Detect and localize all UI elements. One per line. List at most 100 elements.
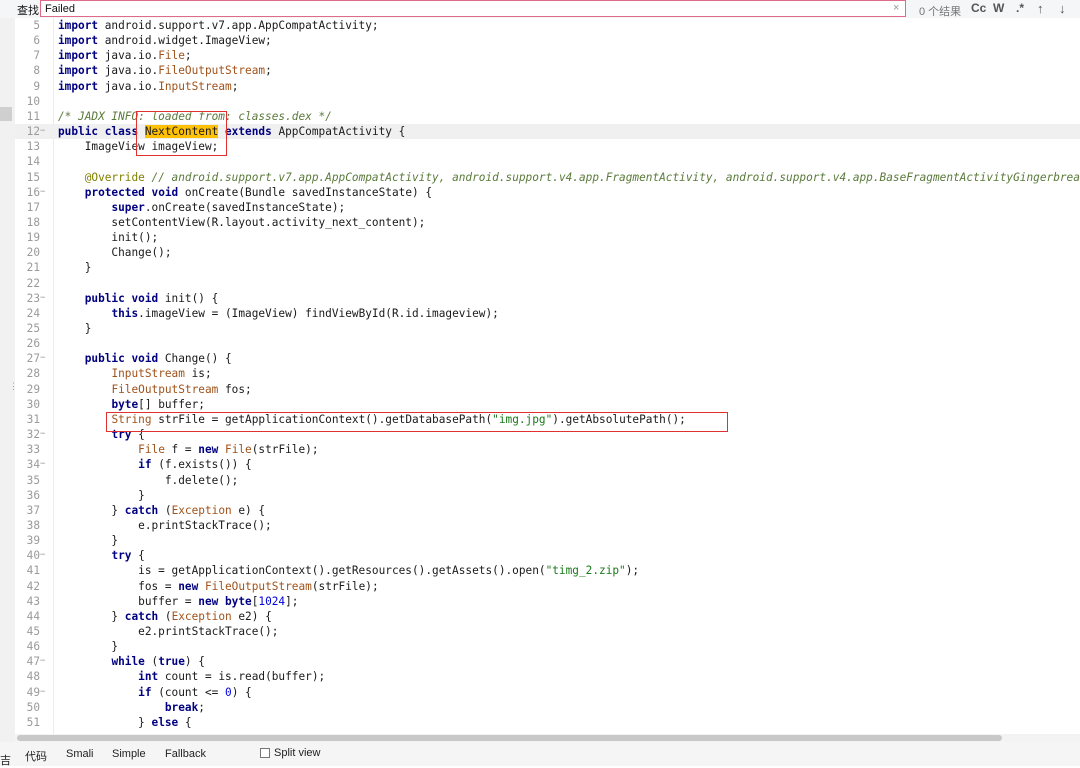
code-token: f = bbox=[164, 443, 199, 457]
line-number: 18 bbox=[26, 215, 40, 229]
line-number: 5 bbox=[33, 19, 40, 32]
fold-toggle-icon[interactable]: − bbox=[40, 685, 52, 700]
code-text: } bbox=[58, 321, 92, 336]
code-line: 5 import android.support.v7.app.AppCompat… bbox=[15, 18, 1080, 33]
code-token: ( bbox=[158, 503, 172, 517]
code-token: public class bbox=[58, 125, 145, 139]
arrow-up-icon[interactable]: ↑ bbox=[1037, 1, 1044, 16]
find-label: 查找: bbox=[17, 5, 43, 17]
line-number: 49 bbox=[26, 685, 40, 699]
code-text: String strFile = getApplicationContext()… bbox=[58, 412, 685, 427]
code-token: android.widget.ImageView; bbox=[98, 34, 272, 48]
code-token: File bbox=[158, 49, 185, 63]
whole-word-button[interactable]: W bbox=[993, 1, 1004, 15]
line-number: 40 bbox=[26, 549, 40, 563]
code-token: e) { bbox=[231, 503, 266, 517]
line-number: 33 bbox=[26, 443, 40, 457]
line-number: 44 bbox=[26, 609, 40, 623]
code-text: super.onCreate(savedInstanceState); bbox=[58, 200, 345, 215]
code-token: ]; bbox=[285, 594, 299, 608]
line-number: 9 bbox=[33, 79, 40, 93]
code-line: 13 ImageView imageView; bbox=[15, 139, 1080, 154]
line-number: 50 bbox=[26, 700, 40, 714]
tab-code[interactable]: 代码 bbox=[25, 748, 47, 764]
code-token: FileOutputStream bbox=[158, 64, 266, 78]
arrow-down-icon[interactable]: ↓ bbox=[1059, 1, 1066, 16]
code-line: 18 setContentView(R.layout.activity_next… bbox=[15, 215, 1080, 230]
code-token: } bbox=[58, 322, 92, 335]
code-line: 14 bbox=[15, 154, 1080, 169]
code-token: init(); bbox=[58, 231, 159, 245]
fold-toggle-icon[interactable]: − bbox=[40, 351, 52, 366]
line-number: 35 bbox=[26, 473, 40, 487]
code-text: setContentView(R.layout.activity_next_co… bbox=[58, 215, 425, 230]
code-text: int count = is.read(buffer); bbox=[58, 669, 325, 684]
code-token: e2.printStackTrace(); bbox=[58, 625, 279, 638]
fold-toggle-icon[interactable]: − bbox=[40, 124, 52, 139]
clear-icon[interactable]: × bbox=[893, 2, 899, 14]
fold-toggle-icon[interactable]: − bbox=[40, 654, 52, 669]
code-line: 50 break; bbox=[15, 700, 1080, 715]
code-text: } bbox=[58, 639, 118, 654]
code-token: try bbox=[111, 428, 132, 442]
code-line: 10 bbox=[15, 94, 1080, 109]
tab-simple[interactable]: Simple bbox=[112, 748, 146, 760]
fold-toggle-icon[interactable]: − bbox=[40, 185, 52, 200]
line-number: 21 bbox=[26, 261, 40, 275]
tab-smali[interactable]: Smali bbox=[66, 748, 94, 760]
code-token: InputStream bbox=[111, 367, 185, 381]
code-token: [] buffer; bbox=[138, 397, 205, 411]
code-text: public class NextContent extends AppComp… bbox=[58, 124, 405, 139]
scrollbar-thumb[interactable] bbox=[17, 735, 1002, 741]
fold-toggle-icon[interactable]: − bbox=[40, 427, 52, 442]
line-number: 30 bbox=[26, 397, 40, 411]
line-number: 38 bbox=[26, 518, 40, 532]
horizontal-scrollbar[interactable] bbox=[15, 734, 1080, 742]
code-token: ( bbox=[158, 609, 172, 623]
code-token: f.delete(); bbox=[58, 473, 239, 487]
code-token: import bbox=[58, 19, 99, 32]
code-line: 35 f.delete(); bbox=[15, 473, 1080, 488]
fold-toggle-icon[interactable]: − bbox=[40, 457, 52, 472]
code-token: 0 bbox=[225, 685, 232, 699]
code-token: Change() { bbox=[158, 352, 232, 366]
line-number: 24 bbox=[26, 306, 40, 320]
code-token: count = is.read(buffer); bbox=[158, 670, 326, 684]
regex-button[interactable]: .* bbox=[1016, 1, 1024, 15]
code-token: } bbox=[58, 534, 119, 548]
line-number: 15 bbox=[26, 170, 40, 184]
code-text: byte[] buffer; bbox=[58, 397, 205, 412]
code-token: { bbox=[178, 715, 192, 729]
split-view-checkbox[interactable] bbox=[260, 748, 270, 758]
fold-toggle-icon[interactable]: − bbox=[40, 548, 52, 563]
code-token: (strFile); bbox=[311, 579, 379, 593]
code-text: init(); bbox=[58, 230, 158, 245]
tab-fallback[interactable]: Fallback bbox=[165, 748, 206, 760]
line-number: 27 bbox=[26, 352, 40, 366]
code-token: Exception bbox=[171, 503, 232, 517]
code-line: 34− if (f.exists()) { bbox=[15, 457, 1080, 472]
line-number: 48 bbox=[26, 670, 40, 684]
code-token: FileOutputStream bbox=[204, 579, 312, 593]
code-token: setContentView(R.layout.activity_next_co… bbox=[58, 215, 426, 229]
code-token: catch bbox=[124, 609, 159, 623]
code-text: f.delete(); bbox=[58, 473, 238, 488]
code-line: 29 FileOutputStream fos; bbox=[15, 382, 1080, 397]
code-token: e2) { bbox=[231, 609, 272, 623]
code-text: protected void onCreate(Bundle savedInst… bbox=[58, 185, 432, 200]
code-editor[interactable]: 5 import android.support.v7.app.AppCompat… bbox=[15, 18, 1080, 734]
code-line: 19 init(); bbox=[15, 230, 1080, 245]
code-line: 45 e2.printStackTrace(); bbox=[15, 624, 1080, 639]
code-token: import bbox=[58, 64, 99, 78]
find-input[interactable] bbox=[40, 0, 906, 17]
bottom-tab-bar: 吉 代码 Smali Simple Fallback Split view bbox=[0, 742, 1080, 767]
fold-toggle-icon[interactable]: − bbox=[40, 291, 52, 306]
match-case-button[interactable]: Cc bbox=[971, 1, 986, 15]
line-number: 32 bbox=[26, 428, 40, 442]
